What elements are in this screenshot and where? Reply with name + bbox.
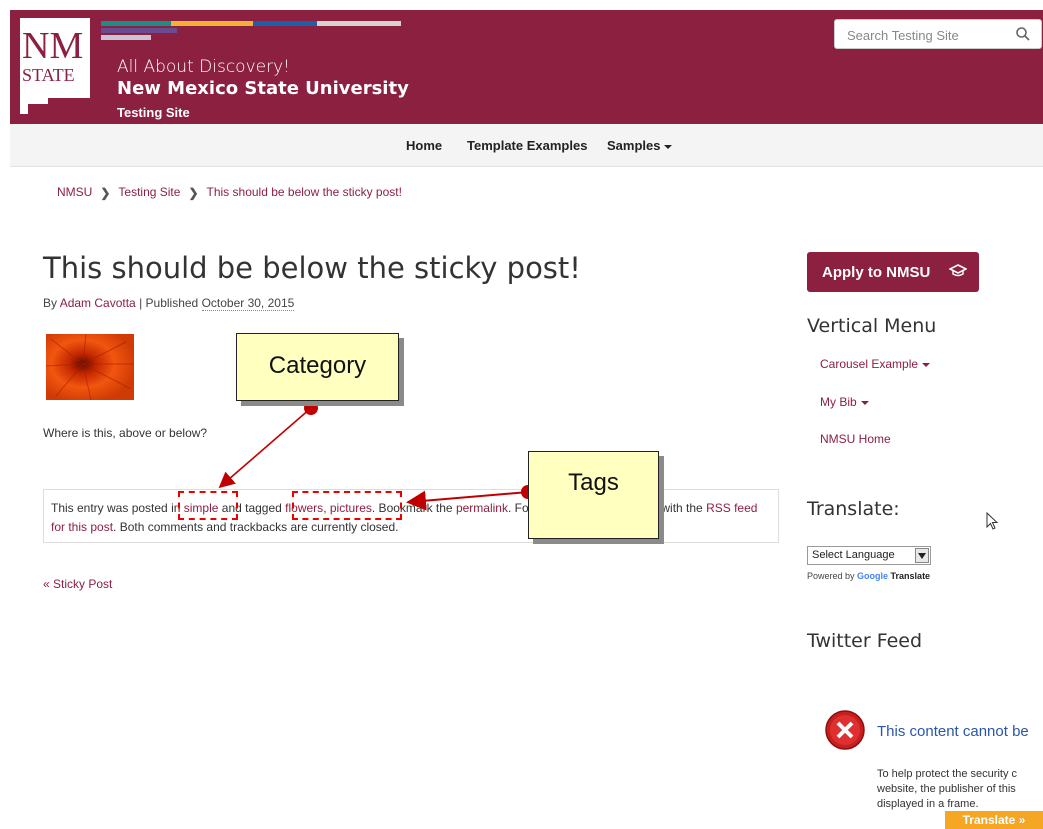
apply-button[interactable]: Apply to NMSU — [807, 252, 979, 292]
menu-item-carousel-example[interactable]: Carousel Example — [820, 357, 931, 371]
blocked-body: To help protect the security c website, … — [877, 767, 1043, 812]
powered-by-text: Powered by — [807, 571, 858, 581]
dropdown-arrow-icon[interactable] — [915, 548, 929, 563]
category-callout: Category — [236, 333, 399, 401]
twitter-feed-heading: Twitter Feed — [807, 630, 923, 652]
language-select-value: Select Language — [812, 549, 895, 561]
language-select[interactable]: Select Language — [807, 546, 931, 565]
blocked-title: This content cannot be — [877, 723, 1029, 740]
menu-item-nmsu-home[interactable]: NMSU Home — [820, 432, 891, 446]
mouse-cursor-icon — [986, 512, 999, 530]
blocked-body-line: website, the publisher of this — [877, 783, 1016, 795]
vertical-menu-heading: Vertical Menu — [807, 315, 937, 337]
google-logo[interactable]: Google — [857, 571, 888, 581]
graduation-cap-icon — [949, 264, 967, 277]
caret-down-icon — [922, 362, 931, 367]
blocked-frame-notice: This content cannot be To help protect t… — [820, 700, 1043, 829]
apply-button-label: Apply to NMSU — [822, 264, 931, 281]
translate-word[interactable]: Translate — [891, 571, 931, 581]
blocked-body-line: displayed in a frame. — [877, 798, 979, 810]
tags-callout: Tags — [528, 451, 659, 539]
translate-button[interactable]: Translate » — [945, 811, 1043, 829]
error-icon — [825, 710, 865, 750]
caret-down-icon — [860, 400, 869, 405]
menu-item-my-bib[interactable]: My Bib — [820, 395, 869, 409]
blocked-body-line: To help protect the security c — [877, 768, 1018, 780]
translate-heading: Translate: — [807, 498, 900, 520]
powered-by-google: Powered by Google Translate — [807, 571, 930, 581]
